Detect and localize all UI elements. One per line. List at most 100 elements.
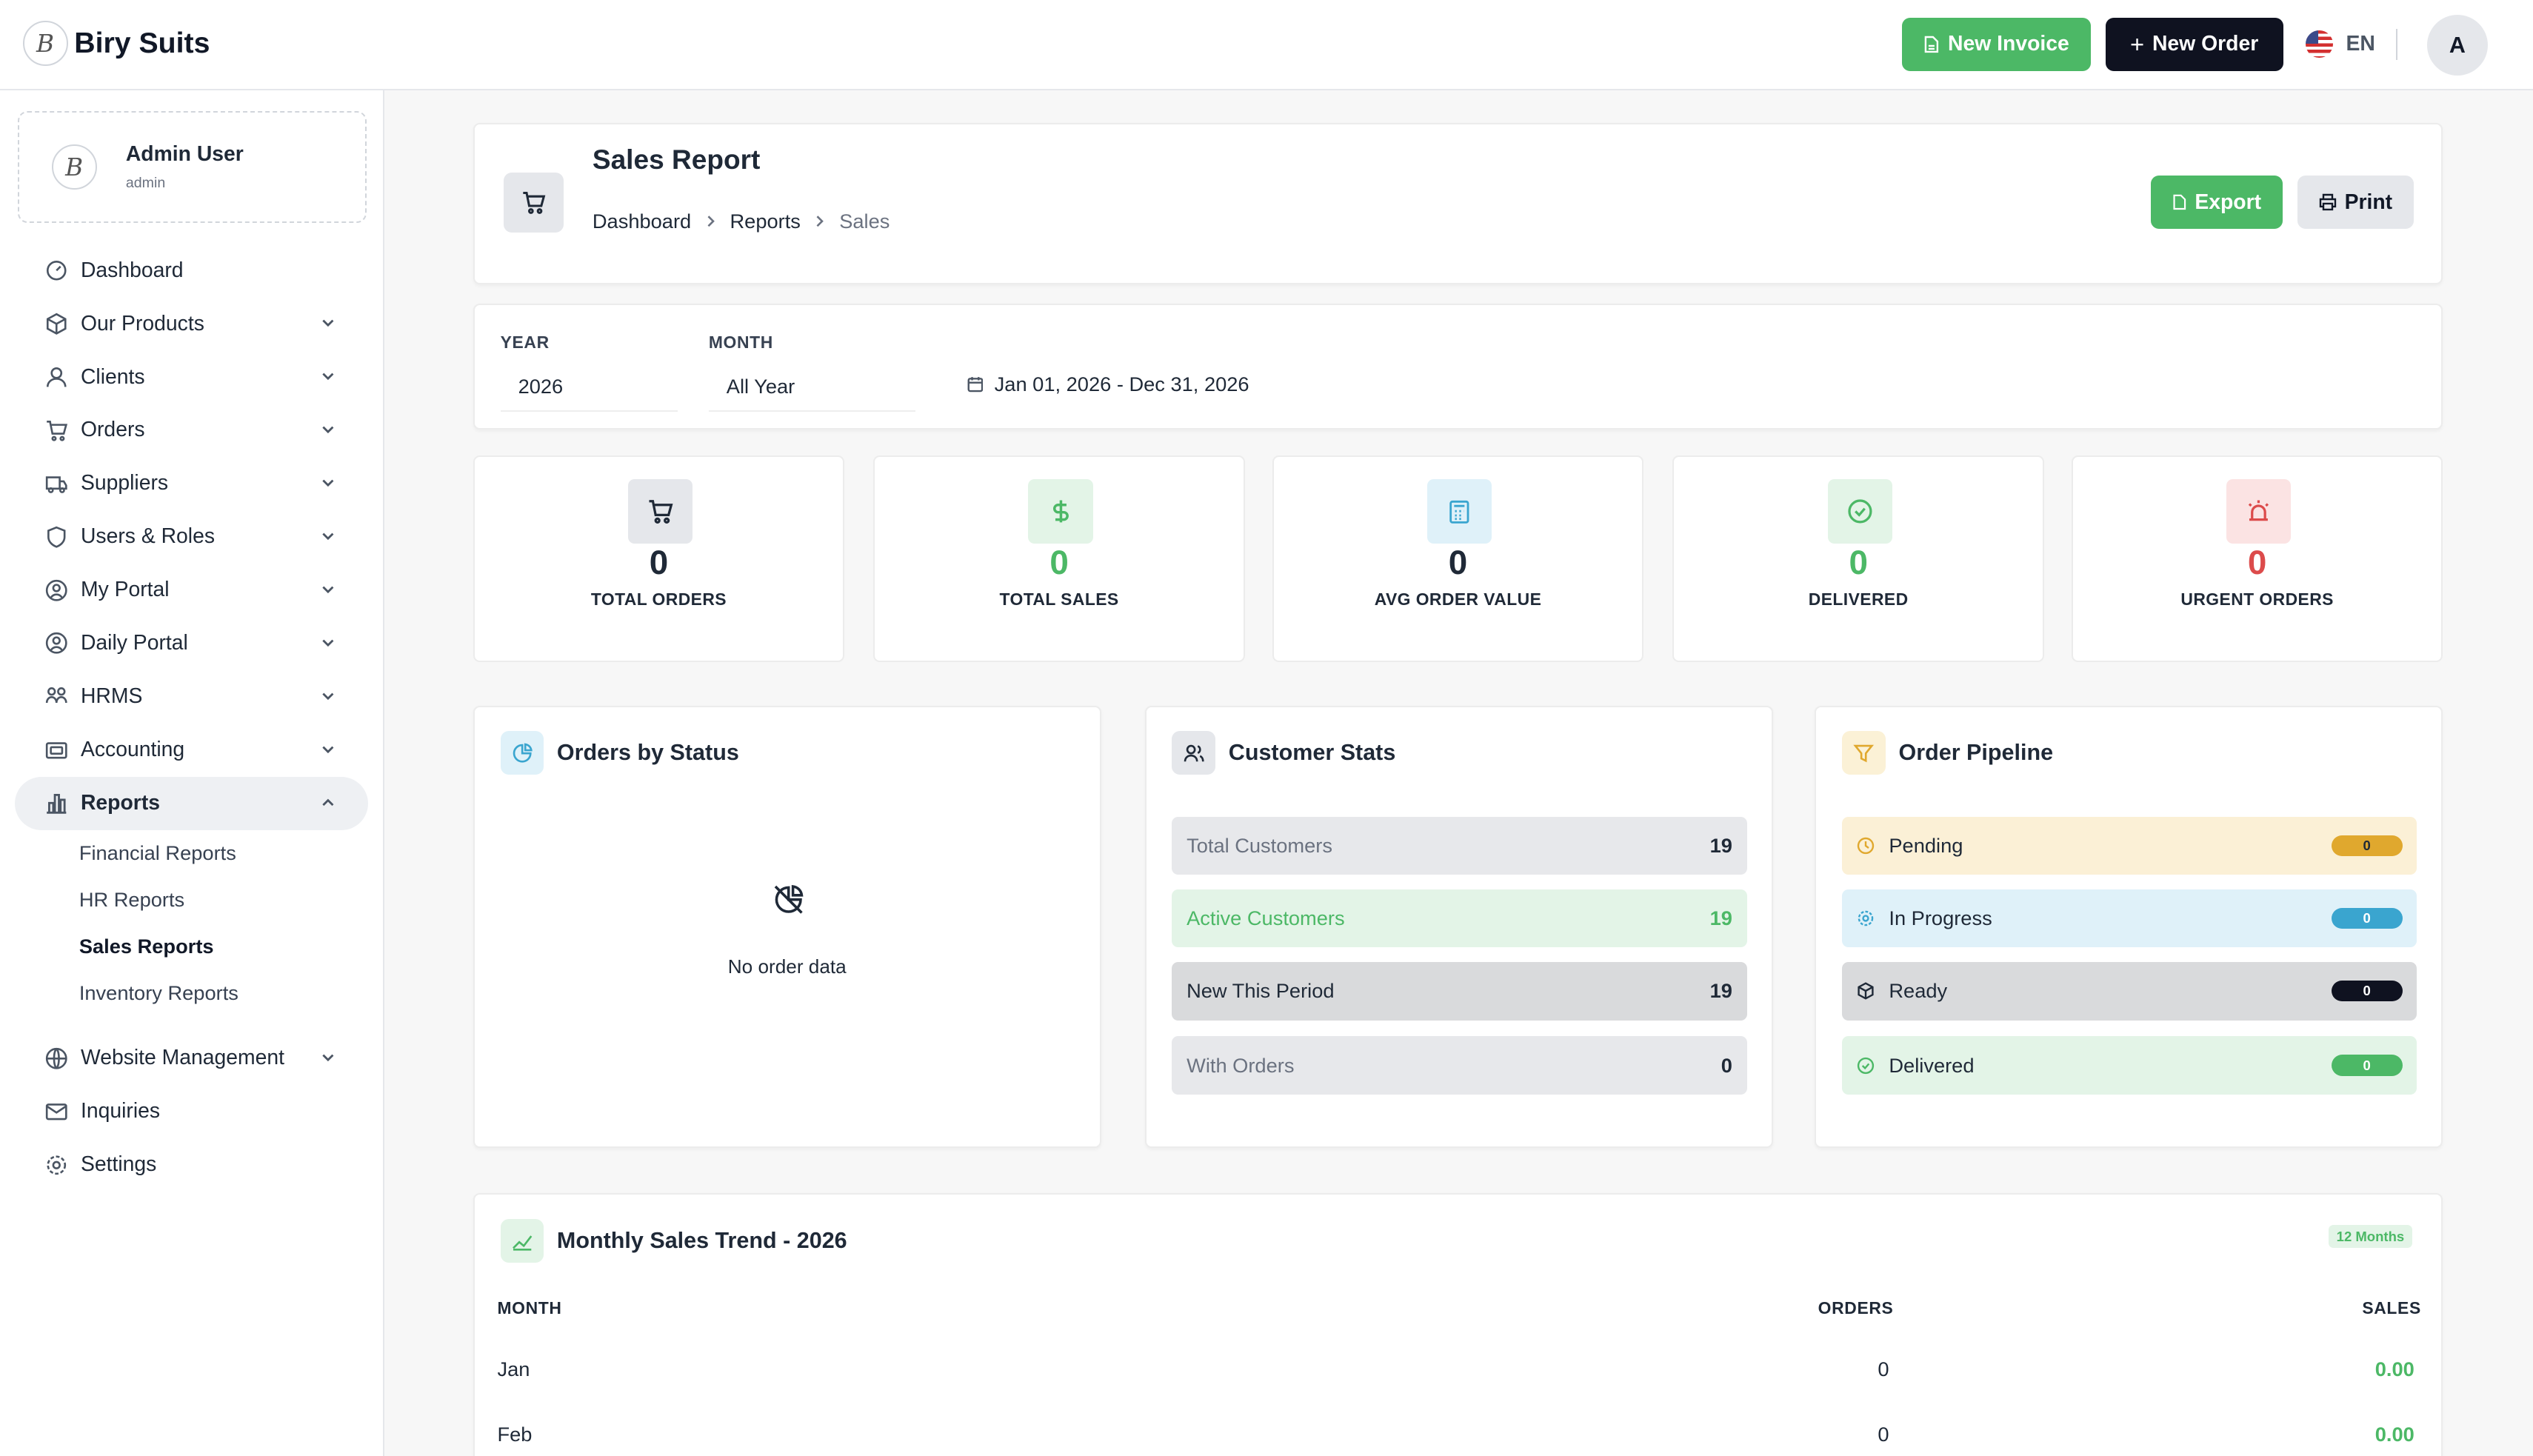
stat-total-orders: 0 TOTAL ORDERS bbox=[473, 455, 845, 662]
export-label: Export bbox=[2195, 190, 2262, 214]
sidebar-item-dashboard[interactable]: Dashboard bbox=[15, 244, 368, 297]
cash-register-icon bbox=[45, 742, 67, 759]
brand[interactable]: B Biry Suits bbox=[22, 21, 210, 67]
sidebar-subitem-sales-reports[interactable]: Sales Reports bbox=[79, 935, 214, 958]
new-invoice-button[interactable]: New Invoice bbox=[1902, 17, 2092, 71]
sidebar-subitem-inventory-reports[interactable]: Inventory Reports bbox=[79, 981, 238, 1005]
bar-chart-icon bbox=[47, 794, 67, 815]
customer-stat-row: New This Period 19 bbox=[1172, 962, 1747, 1021]
table-cell-orders: 0 bbox=[1878, 1358, 1889, 1381]
us-flag-icon bbox=[2306, 30, 2334, 59]
box-icon bbox=[46, 313, 67, 335]
language-code: EN bbox=[2346, 32, 2375, 56]
sidebar-item-hrms[interactable]: HRMS bbox=[15, 670, 368, 724]
user-name: Admin User bbox=[125, 142, 244, 167]
stat-label: AVG ORDER VALUE bbox=[1374, 589, 1542, 609]
pie-chart-icon bbox=[500, 731, 544, 775]
row-label: Total Customers bbox=[1187, 834, 1332, 858]
users-icon bbox=[45, 687, 67, 704]
document-icon bbox=[1925, 36, 1939, 53]
siren-icon bbox=[2226, 479, 2292, 544]
user-circle-icon bbox=[45, 632, 67, 655]
sidebar-item-label: Daily Portal bbox=[80, 631, 188, 655]
table-cell-orders: 0 bbox=[1878, 1422, 1889, 1446]
breadcrumb-sales: Sales bbox=[839, 210, 890, 233]
user-circle-icon bbox=[45, 579, 67, 601]
sidebar-item-label: Users & Roles bbox=[80, 524, 216, 549]
gear-icon bbox=[1858, 910, 1874, 926]
sidebar-item-inquiries[interactable]: Inquiries bbox=[15, 1085, 368, 1138]
sidebar-item-label: Inquiries bbox=[80, 1099, 161, 1123]
chevron-down-icon bbox=[321, 479, 334, 487]
chevron-down-icon bbox=[321, 319, 334, 327]
row-label: In Progress bbox=[1889, 906, 1992, 930]
calendar-icon bbox=[967, 377, 983, 393]
calculator-icon bbox=[1426, 479, 1492, 544]
new-order-button[interactable]: + New Order bbox=[2105, 17, 2283, 71]
customer-stat-row: With Orders 0 bbox=[1172, 1036, 1747, 1095]
box-icon bbox=[1858, 982, 1874, 1000]
sidebar-item-reports[interactable]: Reports bbox=[14, 776, 369, 830]
language-selector[interactable]: EN bbox=[2306, 30, 2375, 59]
sidebar-item-daily-portal[interactable]: Daily Portal bbox=[15, 617, 368, 670]
sidebar-item-label: My Portal bbox=[80, 578, 170, 602]
chevron-right-icon bbox=[707, 216, 715, 227]
breadcrumb-reports[interactable]: Reports bbox=[730, 210, 800, 233]
sidebar-item-suppliers[interactable]: Suppliers bbox=[15, 457, 368, 510]
user-avatar[interactable]: A bbox=[2426, 14, 2489, 76]
pipeline-row-delivered: Delivered 0 bbox=[1842, 1036, 2417, 1095]
sidebar-item-label: Website Management bbox=[80, 1046, 285, 1070]
stat-delivered: 0 DELIVERED bbox=[1672, 455, 2044, 662]
count-badge: 0 bbox=[2331, 835, 2403, 857]
check-circle-icon bbox=[1857, 1057, 1874, 1074]
row-label: Delivered bbox=[1889, 1053, 1975, 1077]
chevron-down-icon bbox=[321, 692, 334, 700]
customer-stats-card: Customer Stats Total Customers 19 Active… bbox=[1144, 705, 1773, 1148]
sidebar-item-label: Our Products bbox=[80, 311, 204, 335]
sidebar-item-label: HRMS bbox=[80, 684, 143, 709]
sidebar-item-clients[interactable]: Clients bbox=[15, 350, 368, 404]
users-icon bbox=[1172, 731, 1216, 775]
pie-chart-off-icon bbox=[774, 885, 804, 915]
row-value: 19 bbox=[1709, 834, 1732, 858]
user-icon bbox=[46, 367, 67, 387]
sidebar-item-our-products[interactable]: Our Products bbox=[15, 297, 368, 350]
sidebar-item-my-portal[interactable]: My Portal bbox=[15, 564, 368, 617]
gauge-icon bbox=[46, 260, 67, 281]
export-button[interactable]: Export bbox=[2150, 176, 2283, 230]
stat-value: 0 bbox=[2247, 544, 2267, 582]
page-header-card: Sales Report Dashboard Reports Sales Exp… bbox=[473, 122, 2443, 284]
sidebar-item-orders[interactable]: Orders bbox=[15, 404, 368, 457]
chevron-down-icon bbox=[321, 1054, 334, 1062]
sidebar-subitem-financial-reports[interactable]: Financial Reports bbox=[79, 841, 236, 865]
chevron-down-icon bbox=[321, 586, 334, 593]
stat-value: 0 bbox=[1049, 544, 1069, 582]
print-button[interactable]: Print bbox=[2297, 176, 2414, 230]
sidebar-subitem-hr-reports[interactable]: HR Reports bbox=[79, 888, 184, 912]
cart-icon bbox=[627, 479, 693, 544]
dollar-icon bbox=[1028, 479, 1093, 544]
month-select[interactable]: All Year bbox=[708, 364, 915, 412]
sidebar: B Admin User admin Dashboard Our Product… bbox=[0, 90, 384, 1456]
year-select[interactable]: 2026 bbox=[500, 364, 678, 412]
panel-title: Orders by Status bbox=[500, 731, 739, 775]
sidebar-item-label: Clients bbox=[80, 364, 145, 389]
row-label: With Orders bbox=[1187, 1053, 1295, 1077]
chevron-up-icon bbox=[321, 798, 334, 806]
month-label: MONTH bbox=[708, 332, 773, 352]
date-range-text: Jan 01, 2026 - Dec 31, 2026 bbox=[994, 373, 1249, 396]
empty-state-text: No order data bbox=[727, 955, 847, 978]
panel-title: Monthly Sales Trend - 2026 bbox=[500, 1218, 847, 1263]
chevron-down-icon bbox=[321, 639, 334, 647]
sidebar-item-accounting[interactable]: Accounting bbox=[15, 724, 368, 777]
count-badge: 0 bbox=[2331, 1055, 2403, 1076]
sidebar-item-users-roles[interactable]: Users & Roles bbox=[15, 510, 368, 564]
breadcrumb-dashboard[interactable]: Dashboard bbox=[593, 210, 691, 233]
filter-icon bbox=[1842, 731, 1886, 775]
user-profile-card[interactable]: B Admin User admin bbox=[17, 111, 367, 223]
sidebar-item-website-management[interactable]: Website Management bbox=[15, 1032, 368, 1085]
pipeline-row-in-progress: In Progress 0 bbox=[1842, 889, 2417, 948]
stat-value: 0 bbox=[649, 544, 669, 582]
row-value: 19 bbox=[1709, 979, 1732, 1003]
sidebar-item-settings[interactable]: Settings bbox=[15, 1138, 368, 1192]
